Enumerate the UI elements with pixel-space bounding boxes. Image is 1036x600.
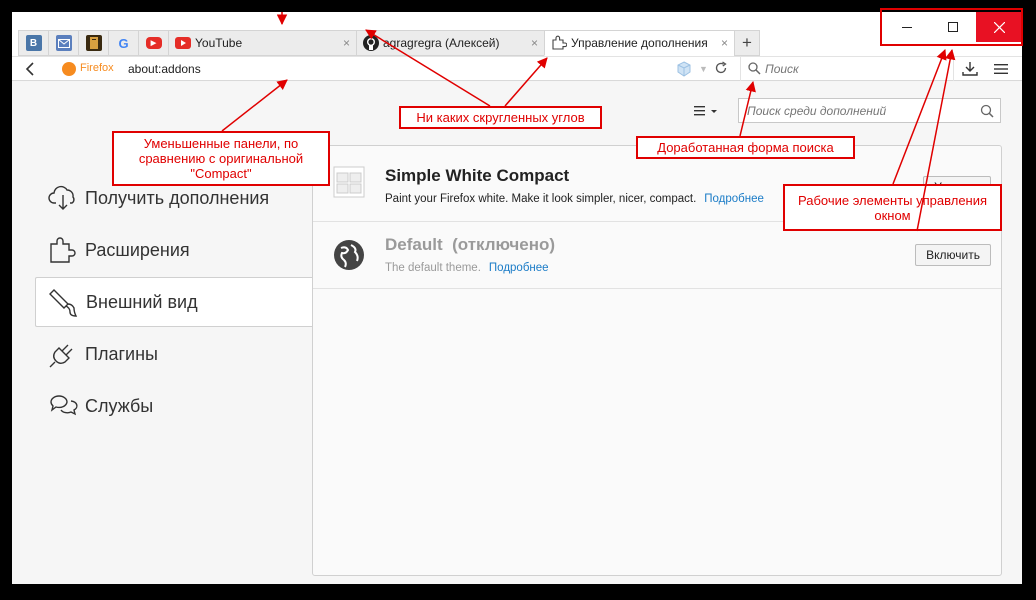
tab-label: agragregra (Алексей) — [383, 36, 500, 50]
more-link[interactable]: Подробнее — [704, 193, 764, 205]
url-field[interactable]: about:addons — [128, 62, 201, 76]
vk-icon: В — [25, 35, 42, 51]
youtube-icon: ▶ — [145, 37, 162, 49]
tab-label: Управление дополнения — [571, 36, 708, 50]
annotation-compact: Уменьшенные панели, по сравнению с ориги… — [112, 131, 330, 186]
plug-icon — [49, 344, 73, 368]
browser-window: В G ▶ YouTube × agragregra (Алексей) × У… — [12, 12, 1022, 584]
theme-name: Default — [385, 235, 443, 254]
navigation-bar: Firefox about:addons ▼ — [12, 56, 1022, 81]
screenshot: В G ▶ YouTube × agragregra (Алексей) × У… — [0, 0, 1036, 600]
tab-youtube[interactable]: YouTube × — [168, 30, 356, 56]
search-bar[interactable] — [740, 57, 954, 81]
theme-description: Paint your Firefox white. Make it look s… — [385, 193, 697, 205]
window-controls-highlight — [880, 8, 1023, 46]
sidebar-item-label: Расширения — [85, 239, 190, 260]
theme-description-line: Paint your Firefox white. Make it look s… — [385, 193, 764, 205]
tools-menu-button[interactable] — [692, 102, 722, 120]
sidebar-item-appearance[interactable]: Внешний вид — [35, 277, 313, 327]
tools-menu-icon — [694, 106, 717, 116]
sidebar-item-label: Плагины — [85, 343, 158, 364]
theme-state: (отключено) — [452, 235, 556, 254]
pinned-tab-youtube[interactable]: ▶ — [138, 30, 168, 56]
theme-description: The default theme. — [385, 262, 481, 274]
theme-name-line: Default (отключено) — [385, 235, 555, 255]
close-tab-icon[interactable]: × — [531, 36, 538, 50]
tab-bar: В G ▶ YouTube × agragregra (Алексей) × У… — [12, 12, 1022, 56]
pinned-tab-book[interactable] — [78, 30, 108, 56]
default-theme-globe-icon — [334, 240, 364, 270]
sidebar-item-label: Получить дополнения — [85, 187, 270, 208]
close-tab-icon[interactable]: × — [343, 36, 350, 50]
new-tab-button[interactable]: + — [734, 30, 760, 56]
annotation-corners: Ни каких скругленных углов — [399, 106, 602, 129]
sidebar-item-label: Внешний вид — [86, 291, 198, 312]
tab-strip: В G ▶ YouTube × agragregra (Алексей) × У… — [18, 30, 760, 56]
firefox-logo-icon — [62, 62, 76, 76]
search-icon — [748, 62, 761, 75]
github-icon — [363, 35, 379, 51]
back-arrow-icon[interactable] — [22, 60, 40, 78]
paintbrush-icon — [49, 289, 78, 317]
reload-icon[interactable] — [714, 61, 728, 75]
pinned-tab-google[interactable]: G — [108, 30, 138, 56]
list-item[interactable]: Default (отключено) The default theme. По… — [313, 222, 1001, 289]
pinned-tab-vk[interactable]: В — [18, 30, 48, 56]
tab-label: YouTube — [195, 36, 243, 50]
history-dropdown-icon[interactable]: ▼ — [699, 64, 708, 74]
mail-icon — [55, 35, 72, 51]
tab-github[interactable]: agragregra (Алексей) × — [356, 30, 544, 56]
search-input[interactable] — [765, 60, 945, 78]
google-icon: G — [118, 35, 129, 51]
download-icon[interactable] — [962, 61, 978, 77]
enable-button[interactable]: Включить — [915, 244, 991, 266]
theme-name: Simple White Compact — [385, 166, 570, 185]
youtube-icon — [175, 37, 191, 49]
sidebar-item-services[interactable]: Службы — [35, 381, 313, 431]
addons-search-box[interactable] — [738, 98, 1001, 123]
search-icon — [980, 104, 994, 118]
puzzle-icon — [552, 35, 567, 50]
sidebar-item-label: Службы — [85, 395, 154, 416]
sidebar-item-extensions[interactable]: Расширения — [35, 225, 313, 275]
more-link[interactable]: Подробнее — [489, 262, 549, 274]
book-icon — [85, 35, 102, 51]
identity-label: Firefox — [80, 62, 114, 74]
cloud-download-icon — [48, 185, 75, 210]
pinned-tab-mail[interactable] — [48, 30, 78, 56]
cube-icon[interactable] — [676, 61, 692, 77]
annotation-window-controls: Рабочие элементы управления окном — [783, 184, 1002, 231]
theme-preview-icon — [333, 166, 365, 198]
theme-description-line: The default theme. Подробнее — [385, 262, 549, 274]
hamburger-menu-icon[interactable] — [994, 62, 1008, 76]
tab-addons[interactable]: Управление дополнения × — [544, 30, 734, 56]
chat-bubbles-icon — [50, 395, 78, 416]
annotation-search: Доработанная форма поиска — [636, 136, 855, 159]
puzzle-icon — [50, 237, 76, 263]
sidebar-item-plugins[interactable]: Плагины — [35, 329, 313, 379]
addons-search-input[interactable] — [747, 103, 967, 119]
close-tab-icon[interactable]: × — [721, 36, 728, 50]
